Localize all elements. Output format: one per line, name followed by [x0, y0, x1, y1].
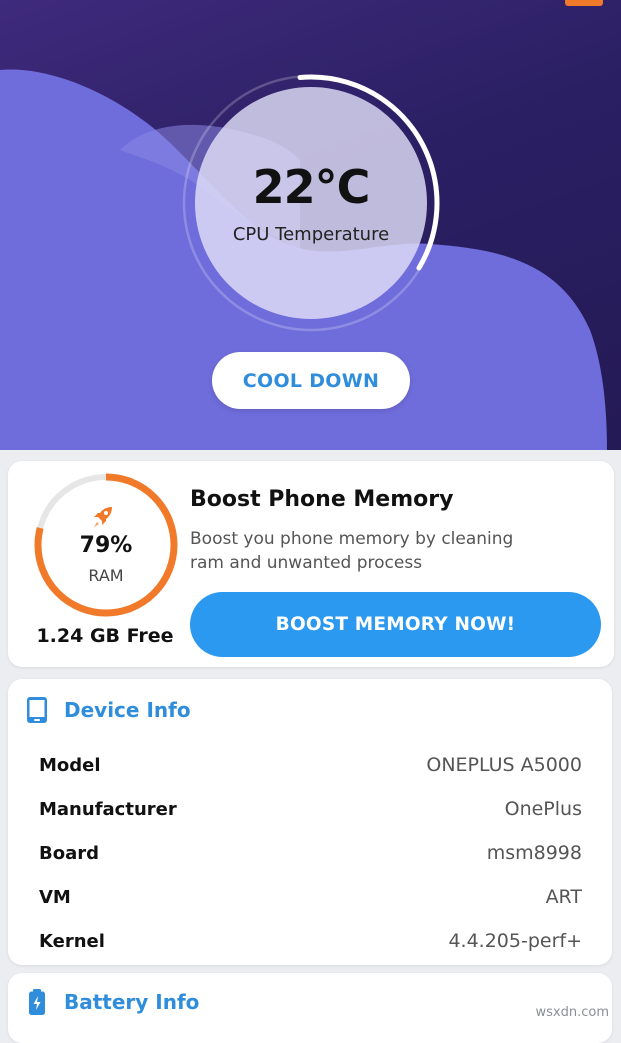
info-label: VM: [39, 886, 71, 908]
ram-label: RAM: [88, 566, 124, 585]
info-label: Manufacturer: [39, 798, 177, 820]
cpu-temperature-label: CPU Temperature: [232, 224, 390, 245]
device-info-header[interactable]: Device Info: [26, 695, 191, 725]
info-row-kernel: Kernel 4.4.205-perf+: [39, 926, 582, 956]
info-row-vm: VM ART: [39, 882, 582, 912]
info-label: Kernel: [39, 930, 105, 952]
battery-info-title: Battery Info: [64, 990, 200, 1014]
info-label: Model: [39, 754, 101, 776]
info-row-manufacturer: Manufacturer OnePlus: [39, 794, 582, 824]
ram-free-amount: 1.24 GB Free: [36, 625, 174, 647]
info-value: ART: [545, 886, 582, 908]
boost-description-line: ram and unwanted process: [190, 553, 423, 573]
info-value: 4.4.205-perf+: [448, 930, 582, 952]
rocket-icon: [94, 507, 112, 527]
device-info-card: Device Info Model ONEPLUS A5000 Manufact…: [8, 679, 612, 965]
phone-icon: [27, 697, 47, 723]
watermark: wsxdn.com: [535, 1005, 610, 1020]
info-value: ONEPLUS A5000: [426, 754, 582, 776]
boost-memory-button[interactable]: BOOST MEMORY NOW!: [190, 592, 601, 657]
cool-down-button[interactable]: COOL DOWN: [212, 352, 410, 409]
info-row-model: Model ONEPLUS A5000: [39, 750, 582, 780]
battery-info-card: Battery Info: [8, 973, 612, 1043]
hero-section: 22°C CPU Temperature COOL DOWN: [0, 0, 621, 450]
menu-tab[interactable]: [565, 0, 603, 6]
info-value: OnePlus: [504, 798, 582, 820]
device-info-title: Device Info: [64, 698, 191, 722]
battery-info-header[interactable]: Battery Info: [26, 987, 199, 1017]
boost-title: Boost Phone Memory: [190, 487, 454, 512]
info-value: msm8998: [486, 842, 582, 864]
boost-memory-card: 79% RAM 1.24 GB Free Boost Phone Memory …: [8, 461, 614, 667]
boost-description: Boost you phone memory by cleaning ram a…: [190, 527, 590, 575]
info-row-board: Board msm8998: [39, 838, 582, 868]
battery-icon: [29, 989, 45, 1015]
info-label: Board: [39, 842, 99, 864]
ram-percent: 79%: [79, 533, 133, 558]
boost-description-line: Boost you phone memory by cleaning: [190, 529, 514, 549]
cpu-temperature-value: 22°C: [252, 160, 371, 214]
